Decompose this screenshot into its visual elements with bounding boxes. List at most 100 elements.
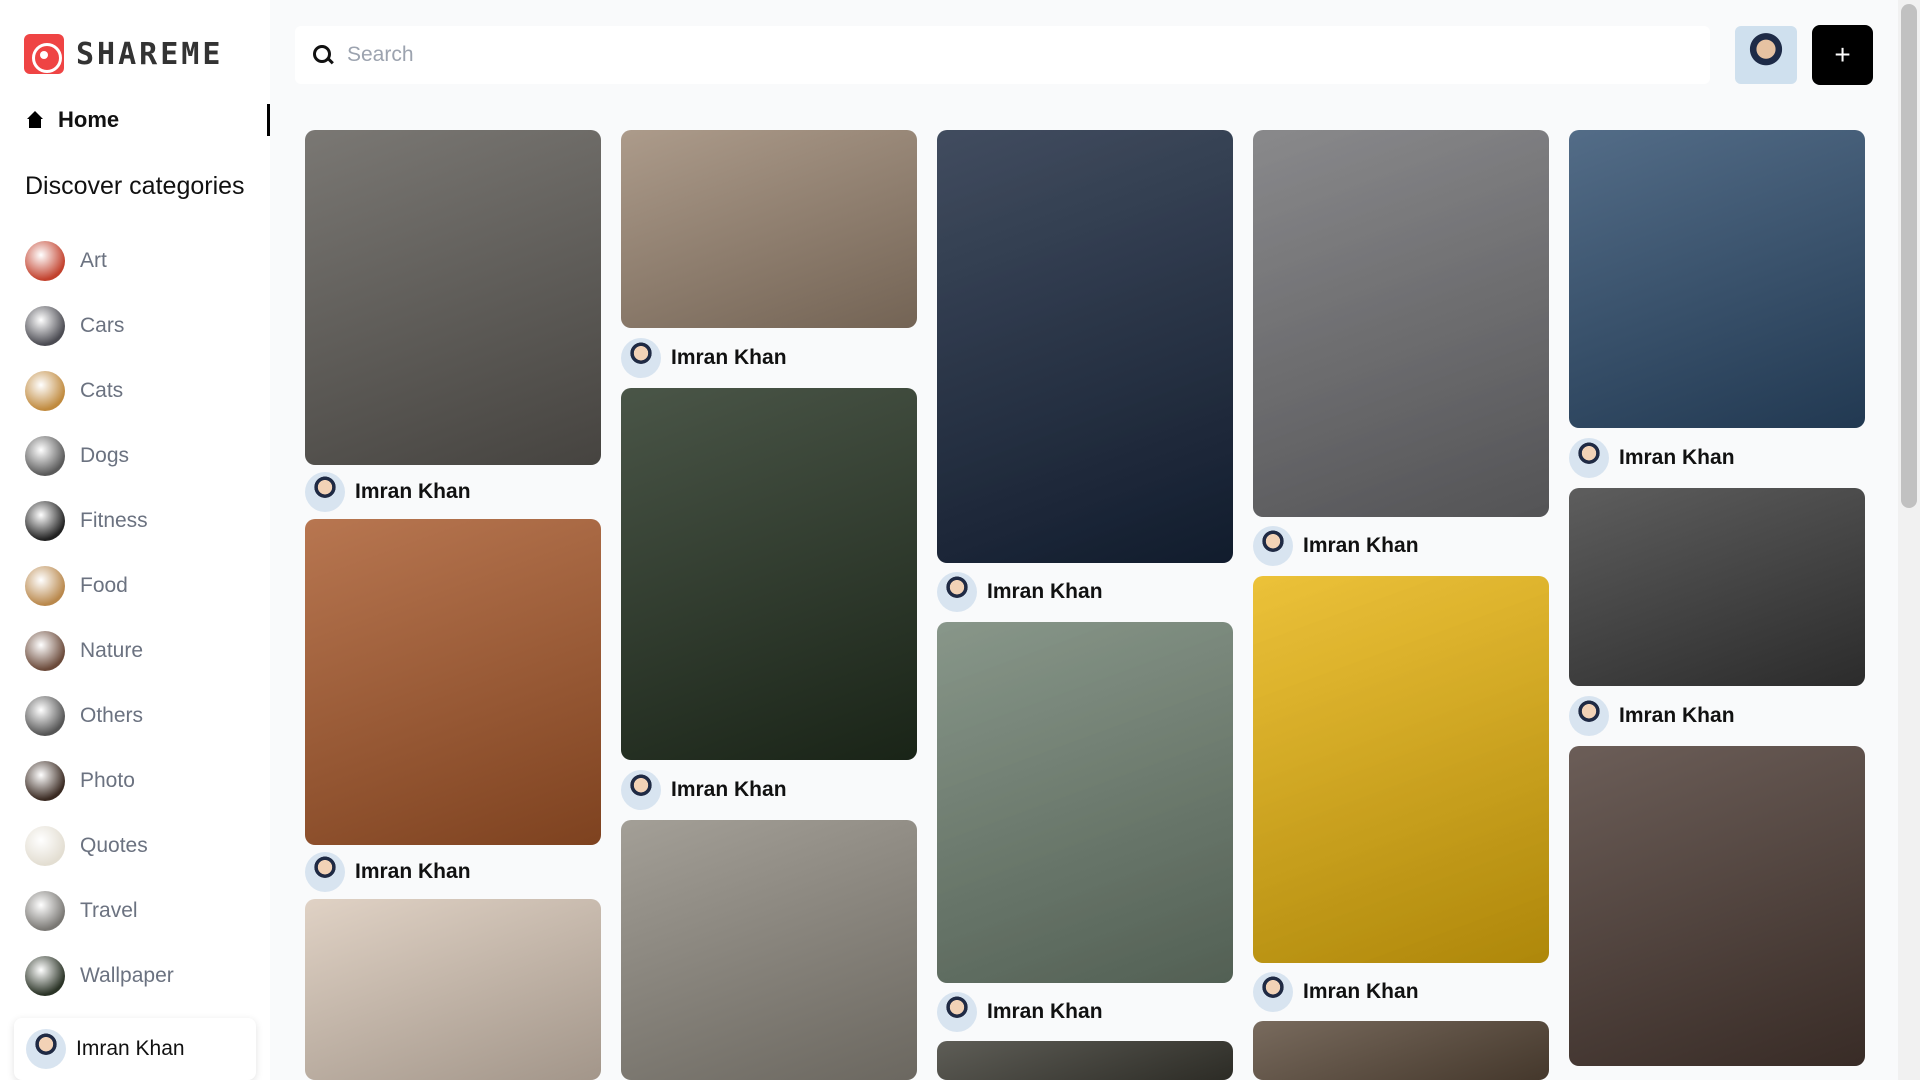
discover-categories-title: Discover categories bbox=[25, 172, 245, 200]
pin-column: Imran Khan Imran Khan bbox=[621, 130, 917, 1080]
category-label: Food bbox=[80, 573, 128, 597]
pin-image[interactable] bbox=[1569, 130, 1865, 428]
pin-author[interactable]: Imran Khan bbox=[305, 845, 601, 899]
author-name: Imran Khan bbox=[1303, 980, 1419, 1004]
pin-author[interactable]: Imran Khan bbox=[1569, 428, 1865, 488]
logo[interactable]: SHAREME bbox=[24, 34, 223, 74]
category-wallpaper[interactable]: Wallpaper bbox=[25, 943, 174, 1008]
avatar bbox=[621, 770, 661, 810]
add-pin-button[interactable]: + bbox=[1812, 25, 1873, 85]
author-name: Imran Khan bbox=[987, 580, 1103, 604]
category-thumbnail bbox=[25, 435, 65, 476]
category-dogs[interactable]: Dogs bbox=[25, 423, 174, 488]
avatar bbox=[305, 851, 345, 892]
user-name: Imran Khan bbox=[76, 1037, 185, 1060]
author-name: Imran Khan bbox=[987, 1000, 1103, 1023]
scroll-thumb[interactable] bbox=[1901, 4, 1917, 508]
category-label: Travel bbox=[80, 898, 138, 922]
category-label: Cars bbox=[80, 313, 125, 337]
category-thumbnail bbox=[25, 240, 65, 281]
pin-column: Imran Khan Imran Khan bbox=[305, 130, 601, 1080]
pin-author[interactable]: Imran Khan bbox=[621, 328, 917, 388]
category-others[interactable]: Others bbox=[25, 683, 174, 748]
pin-image[interactable] bbox=[937, 1041, 1233, 1080]
avatar bbox=[621, 338, 661, 378]
pin-image[interactable] bbox=[937, 130, 1233, 564]
category-art[interactable]: Art bbox=[25, 228, 174, 293]
pin-image[interactable] bbox=[621, 820, 917, 1080]
category-photo[interactable]: Photo bbox=[25, 748, 174, 813]
pin-image[interactable] bbox=[1253, 130, 1549, 518]
pin-image[interactable] bbox=[305, 130, 601, 465]
author-name: Imran Khan bbox=[355, 859, 471, 883]
pin-column: Imran Khan Imran Khan bbox=[1253, 130, 1549, 1080]
avatar bbox=[1569, 696, 1609, 736]
category-cars[interactable]: Cars bbox=[25, 293, 174, 358]
pin-image[interactable] bbox=[937, 621, 1233, 983]
pin-author[interactable]: Imran Khan bbox=[1253, 963, 1549, 1022]
pin-image[interactable] bbox=[1569, 488, 1865, 686]
pin-image[interactable] bbox=[1569, 746, 1865, 1066]
avatar bbox=[1253, 526, 1293, 567]
category-label: Cats bbox=[80, 378, 124, 402]
category-thumbnail bbox=[25, 825, 65, 866]
category-label: Others bbox=[80, 703, 144, 727]
category-thumbnail bbox=[25, 695, 65, 736]
category-thumbnail bbox=[25, 760, 65, 801]
user-profile-link[interactable]: Imran Khan bbox=[14, 1018, 256, 1080]
category-list: Art Cars Cats Dogs Fitness Food Nature Others Ph… bbox=[25, 228, 174, 1008]
pin-image[interactable] bbox=[305, 519, 601, 845]
category-travel[interactable]: Travel bbox=[25, 878, 174, 943]
category-fitness[interactable]: Fitness bbox=[25, 488, 174, 553]
search-input[interactable] bbox=[347, 43, 1647, 67]
pin-author[interactable]: Imran Khan bbox=[1253, 517, 1549, 576]
category-label: Dogs bbox=[80, 443, 130, 467]
pin-image[interactable] bbox=[305, 899, 601, 1080]
author-name: Imran Khan bbox=[1619, 704, 1735, 727]
category-label: Fitness bbox=[80, 508, 148, 532]
pin-image[interactable] bbox=[621, 130, 917, 328]
category-quotes[interactable]: Quotes bbox=[25, 813, 174, 878]
pin-column: Imran Khan Imran Khan bbox=[1569, 130, 1865, 1080]
category-thumbnail bbox=[25, 890, 65, 931]
nav-home[interactable]: Home bbox=[26, 104, 270, 136]
profile-avatar[interactable] bbox=[1735, 26, 1797, 84]
author-name: Imran Khan bbox=[1303, 534, 1419, 558]
search-bar bbox=[295, 26, 1710, 84]
category-thumbnail bbox=[25, 565, 65, 606]
pin-author[interactable]: Imran Khan bbox=[937, 983, 1233, 1041]
avatar bbox=[1569, 438, 1609, 478]
category-cats[interactable]: Cats bbox=[25, 358, 174, 423]
pin-column: Imran Khan Imran Khan bbox=[937, 130, 1233, 1080]
category-nature[interactable]: Nature bbox=[25, 618, 174, 683]
pin-author[interactable]: Imran Khan bbox=[1569, 686, 1865, 746]
pin-author[interactable]: Imran Khan bbox=[305, 465, 601, 519]
pin-image[interactable] bbox=[1253, 575, 1549, 963]
author-name: Imran Khan bbox=[355, 479, 471, 503]
home-icon bbox=[26, 111, 44, 129]
category-thumbnail bbox=[25, 305, 65, 346]
author-name: Imran Khan bbox=[671, 778, 787, 801]
pin-image[interactable] bbox=[621, 388, 917, 760]
category-thumbnail bbox=[25, 370, 65, 411]
nav-home-label: Home bbox=[58, 107, 120, 132]
category-food[interactable]: Food bbox=[25, 553, 174, 618]
pin-image[interactable] bbox=[1253, 1021, 1549, 1080]
camera-logo-icon bbox=[24, 34, 64, 74]
pin-grid: Imran Khan Imran Khan Imran Khan Imran Kha… bbox=[305, 130, 1865, 1080]
category-thumbnail bbox=[25, 500, 65, 541]
category-thumbnail bbox=[25, 955, 65, 996]
pin-author[interactable]: Imran Khan bbox=[937, 563, 1233, 621]
author-name: Imran Khan bbox=[671, 346, 787, 369]
category-thumbnail bbox=[25, 630, 65, 671]
category-label: Photo bbox=[80, 768, 135, 792]
avatar bbox=[937, 572, 977, 613]
sidebar: SHAREME Home Discover categories Art Cars… bbox=[0, 0, 270, 1080]
category-label: Art bbox=[80, 248, 107, 272]
category-label: Wallpaper bbox=[80, 963, 174, 987]
brand-name: SHAREME bbox=[76, 36, 224, 72]
avatar bbox=[305, 471, 345, 512]
scrollbar[interactable] bbox=[1898, 0, 1920, 1080]
search-icon bbox=[313, 45, 333, 65]
pin-author[interactable]: Imran Khan bbox=[621, 760, 917, 820]
